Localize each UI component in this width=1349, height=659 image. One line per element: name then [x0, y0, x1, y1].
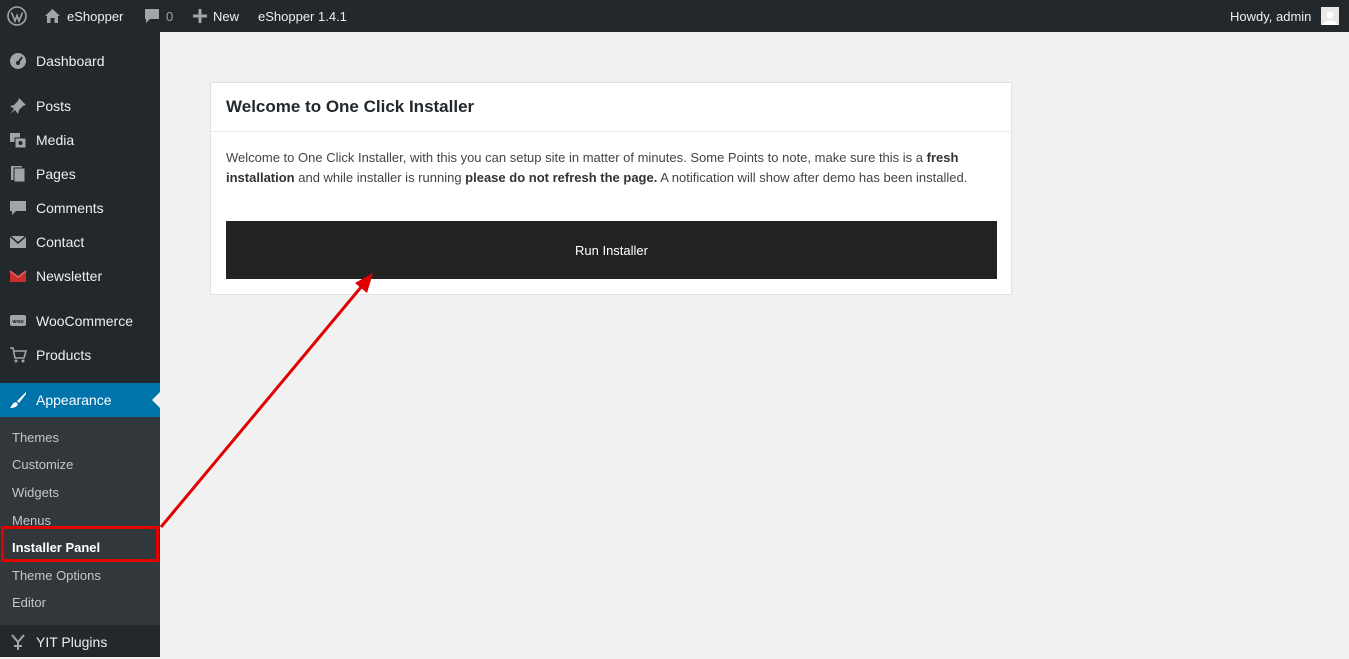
- new-label: New: [213, 8, 240, 24]
- sidebar-item-label: Appearance: [36, 392, 112, 408]
- submenu-item-customize[interactable]: Customize: [12, 455, 73, 475]
- installer-description: Welcome to One Click Installer, with thi…: [226, 148, 998, 187]
- sidebar-item-label: YIT Plugins: [36, 634, 108, 650]
- theme-version-label: eShopper 1.4.1: [258, 8, 347, 24]
- page-title: Welcome to One Click Installer: [226, 97, 475, 116]
- admin-sidebar: Dashboard Posts Media Pages Comments Con…: [0, 32, 160, 657]
- sidebar-item-label: Pages: [36, 166, 76, 182]
- dashboard-icon: [8, 51, 28, 71]
- sidebar-item-newsletter[interactable]: Newsletter: [0, 259, 160, 293]
- sidebar-item-label: Contact: [36, 234, 85, 250]
- sidebar-item-contact[interactable]: Contact: [0, 225, 160, 259]
- card-header: Welcome to One Click Installer: [211, 83, 1011, 132]
- sidebar-item-woocommerce[interactable]: woo WooCommerce: [0, 304, 160, 338]
- comments-count: 0: [166, 8, 174, 24]
- woo-icon: woo: [8, 311, 28, 331]
- comment-icon: [8, 198, 28, 218]
- envelope-icon: [8, 232, 28, 252]
- sidebar-item-posts[interactable]: Posts: [0, 89, 160, 123]
- newsletter-icon: [8, 266, 28, 286]
- sidebar-item-label: Media: [36, 132, 75, 148]
- comments-link[interactable]: 0: [144, 0, 173, 32]
- sidebar-item-products[interactable]: Products: [0, 338, 160, 372]
- sidebar-item-label: Newsletter: [36, 268, 103, 284]
- annotation-highlight-box: [1, 526, 159, 562]
- description-text-2: and while installer is running: [294, 169, 466, 185]
- sidebar-item-pages[interactable]: Pages: [0, 157, 160, 191]
- submenu-item-theme-options[interactable]: Theme Options: [12, 566, 101, 586]
- wordpress-logo-icon[interactable]: [7, 0, 27, 32]
- my-account-link[interactable]: Howdy, admin: [1230, 0, 1340, 32]
- sidebar-item-yit-plugins[interactable]: YIT Plugins: [0, 625, 160, 659]
- site-home-link[interactable]: eShopper: [44, 0, 123, 32]
- svg-text:woo: woo: [12, 319, 24, 325]
- avatar-icon: [1321, 7, 1340, 25]
- sidebar-item-comments[interactable]: Comments: [0, 191, 160, 225]
- cart-icon: [8, 345, 28, 365]
- installer-card: Welcome to One Click Installer Welcome t…: [210, 82, 1012, 295]
- sidebar-item-label: Dashboard: [36, 53, 105, 69]
- sidebar-item-appearance[interactable]: Appearance: [0, 383, 160, 417]
- new-content-link[interactable]: New: [193, 0, 239, 32]
- sidebar-item-label: Products: [36, 347, 92, 363]
- media-icon: [8, 130, 28, 150]
- sidebar-item-label: WooCommerce: [36, 313, 133, 329]
- pin-icon: [8, 96, 28, 116]
- sidebar-item-label: Posts: [36, 98, 72, 114]
- submenu-item-editor[interactable]: Editor: [12, 593, 46, 613]
- description-text-3: A notification will show after demo has …: [657, 169, 968, 185]
- admin-bar: eShopper 0 New eShopper 1.4.1 Howdy, adm…: [0, 0, 1349, 32]
- site-name: eShopper: [67, 8, 124, 24]
- theme-version-link[interactable]: eShopper 1.4.1: [258, 0, 347, 32]
- description-text-1: Welcome to One Click Installer, with thi…: [226, 150, 927, 165]
- pages-icon: [8, 164, 28, 184]
- submenu-item-themes[interactable]: Themes: [12, 428, 59, 448]
- appearance-submenu: Themes Customize Widgets Menus Installer…: [0, 417, 160, 625]
- sidebar-item-label: Comments: [36, 200, 104, 216]
- brush-icon: [8, 390, 28, 410]
- submenu-item-widgets[interactable]: Widgets: [12, 483, 59, 503]
- sidebar-item-dashboard[interactable]: Dashboard: [0, 44, 160, 78]
- yit-icon: [8, 632, 28, 652]
- greeting-label: Howdy, admin: [1230, 8, 1312, 24]
- run-installer-button[interactable]: Run Installer: [226, 221, 997, 279]
- sidebar-item-media[interactable]: Media: [0, 123, 160, 157]
- comment-bubble-icon: [144, 8, 160, 24]
- description-bold-2: please do not refresh the page.: [465, 169, 658, 185]
- plus-icon: [193, 9, 207, 23]
- home-icon: [44, 8, 61, 24]
